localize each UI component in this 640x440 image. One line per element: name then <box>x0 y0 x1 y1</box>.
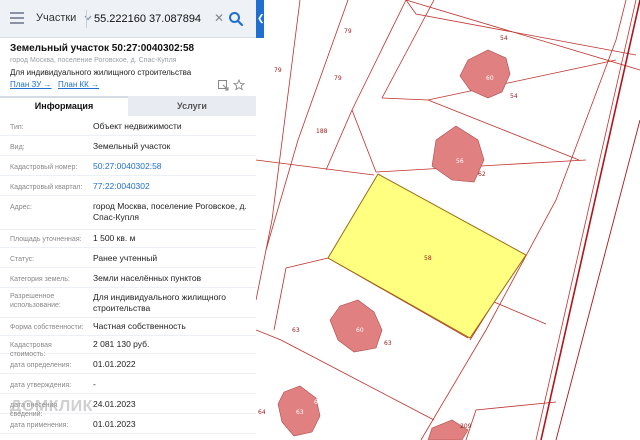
star-icon[interactable] <box>233 79 245 91</box>
building-label: 64 <box>314 399 322 406</box>
search-divider <box>86 10 87 28</box>
search-bar: Участки ✕ <box>0 0 256 38</box>
row-label: Тип: <box>10 124 24 131</box>
plan-kk-link[interactable]: План КК → <box>58 80 99 89</box>
plan-zu-link[interactable]: План ЗУ → <box>10 80 52 89</box>
table-row: Разрешенное использование: Для индивидуа… <box>0 288 256 318</box>
table-row: Кадастровый номер: 50:27:0040302:58 <box>0 156 256 176</box>
row-value: 24.01.2023 <box>93 399 136 409</box>
row-label: Вид: <box>10 144 25 151</box>
search-icon[interactable] <box>228 11 244 27</box>
building[interactable] <box>329 299 383 353</box>
row-label: дата утверждения: <box>10 382 72 389</box>
parcel-address: город Москва, поселение Роговское, д. Сп… <box>10 57 177 64</box>
export-icon[interactable] <box>217 79 229 91</box>
layer-select-label: Участки <box>36 12 77 24</box>
table-row: Форма собственности: Частная собственнос… <box>0 318 256 336</box>
row-value: Для индивидуального жилищного строительс… <box>93 292 226 313</box>
parcel-label: 209 <box>460 423 472 430</box>
row-value: Земельный участок <box>93 141 171 151</box>
chevron-left-icon: ❮ <box>257 13 265 23</box>
parcel-label: 188 <box>316 128 328 135</box>
clear-icon[interactable]: ✕ <box>214 12 224 24</box>
building-label: 60 <box>486 75 494 82</box>
table-row: Площадь уточненная: 1 500 кв. м <box>0 230 256 248</box>
parcel-label: 54 <box>510 93 518 100</box>
cadastral-number-link[interactable]: 50:27:0040302:58 <box>93 161 253 172</box>
parcel-label: 63 <box>292 327 300 334</box>
row-label: Статус: <box>10 256 35 263</box>
table-row: дата определения: 01.01.2022 <box>0 354 256 374</box>
parcel-label: 63 <box>384 340 392 347</box>
row-value: Объект недвижимости <box>93 121 182 131</box>
tab-services[interactable]: Услуги <box>128 96 256 116</box>
row-value: Земли населённых пунктов <box>93 273 202 283</box>
search-input[interactable] <box>94 10 214 28</box>
parcel-label: 79 <box>344 28 352 35</box>
row-label: Форма собственности: <box>10 324 84 331</box>
parcel-purpose: Для индивидуального жилищного строительс… <box>10 68 192 77</box>
parcel-label: 79 <box>334 75 342 82</box>
building[interactable] <box>459 49 511 99</box>
menu-icon[interactable] <box>10 12 24 24</box>
map-canvas[interactable]: 58 60 56 60 63 64 79 79 79 54 54 188 62 … <box>256 0 640 440</box>
building[interactable] <box>431 125 485 183</box>
info-panel: Участки ✕ Земельный участок 50:27:004030… <box>0 0 256 440</box>
row-value: Частная собственность <box>93 321 186 331</box>
parcel-label: 79 <box>274 67 282 74</box>
domclick-watermark: ДОМКЛИК <box>10 398 93 415</box>
parcel-title: Земельный участок 50:27:0040302:58 <box>10 43 195 54</box>
tab-information[interactable]: Информация <box>0 96 128 116</box>
row-label: Адрес: <box>10 204 32 211</box>
parcel-label: 54 <box>500 35 508 42</box>
table-row: Адрес: город Москва, поселение Роговское… <box>0 196 256 230</box>
parcel-label: 62 <box>478 171 486 178</box>
table-row: Кадастровый квартал: 77:22:0040302 <box>0 176 256 196</box>
collapse-panel-button[interactable]: ❮ <box>256 0 265 38</box>
selected-parcel-label: 58 <box>424 255 432 262</box>
road-line <box>540 0 640 440</box>
table-row: Тип: Объект недвижимости <box>0 116 256 136</box>
parcel-label: 64 <box>258 409 266 416</box>
row-label: Кадастровый квартал: <box>10 184 83 191</box>
row-label: Разрешенное использование: <box>10 293 61 309</box>
building-label: 56 <box>456 158 464 165</box>
row-label: Категория земель: <box>10 276 70 283</box>
row-value: город Москва, поселение Роговское, д. Сп… <box>93 201 247 222</box>
row-label: дата применения: <box>10 422 69 429</box>
table-row: Категория земель: Земли населённых пункт… <box>0 268 256 288</box>
table-row: дата применения: 01.01.2023 <box>0 414 256 434</box>
row-label: Кадастровый номер: <box>10 164 78 171</box>
building-label: 60 <box>356 327 364 334</box>
layer-select[interactable]: Участки <box>36 12 92 24</box>
table-row: Вид: Земельный участок <box>0 136 256 156</box>
tab-bar: Информация Услуги <box>0 96 256 116</box>
row-label: Площадь уточненная: <box>10 236 82 243</box>
row-value: Ранее учтенный <box>93 253 158 263</box>
row-value: 1 500 кв. м <box>93 233 136 243</box>
cadastral-map[interactable]: 58 60 56 60 63 64 79 79 79 54 54 188 62 … <box>256 0 640 440</box>
row-value: 01.01.2023 <box>93 419 136 429</box>
row-value: 2 081 130 руб. <box>93 339 150 349</box>
row-value: 01.01.2022 <box>93 359 136 369</box>
table-row: дата утверждения: - <box>0 374 256 394</box>
building-label: 63 <box>296 409 304 416</box>
row-label: дата определения: <box>10 362 72 369</box>
table-row: Статус: Ранее учтенный <box>0 248 256 268</box>
cadastral-quarter-link[interactable]: 77:22:0040302 <box>93 181 253 192</box>
row-value: - <box>93 379 96 389</box>
table-row: Кадастровая стоимость: 2 081 130 руб. <box>0 336 256 358</box>
